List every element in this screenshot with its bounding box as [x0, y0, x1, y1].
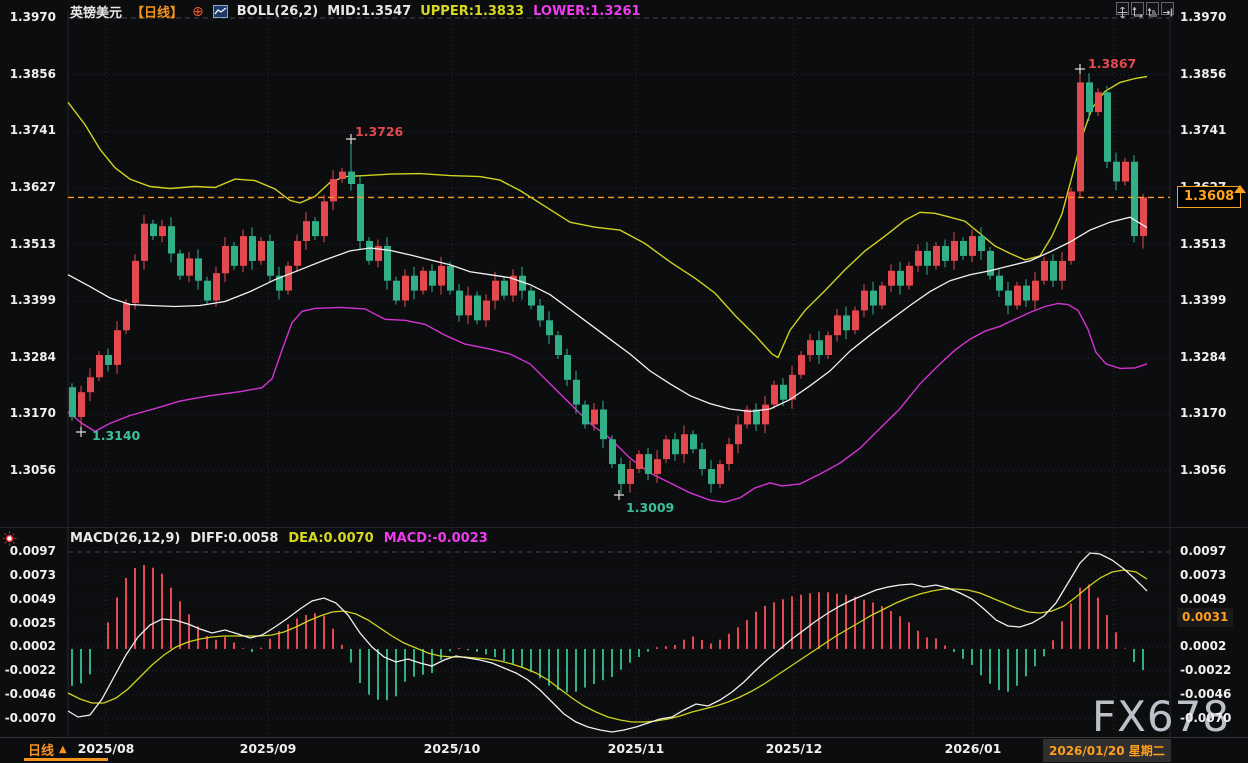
- triangle-up-icon: ▲: [59, 744, 67, 755]
- current-macd-badge: 0.0031: [1177, 608, 1233, 627]
- macd-dea-value: DEA:0.0070: [288, 531, 373, 546]
- boll-mid-value: MID:1.3547: [327, 4, 411, 19]
- boll-lower-value: LOWER:1.3261: [533, 4, 640, 19]
- price-arrow-icon[interactable]: [1234, 185, 1246, 193]
- period-tag[interactable]: 【日线】: [131, 2, 183, 21]
- low-price-annotation: 1.3140: [92, 428, 140, 443]
- y-axis-zoom-left-icon[interactable]: [1131, 2, 1144, 15]
- date-tick-label: 2025/08: [78, 741, 135, 756]
- low-price-annotation: 1.3009: [626, 500, 674, 515]
- trading-chart-window: 英镑美元 【日线】 ⊕ BOLL(26,2) MID:1.3547 UPPER:…: [0, 0, 1248, 763]
- crosshair-tool-icon[interactable]: [1116, 2, 1129, 15]
- date-tick-label: 2025/12: [766, 741, 823, 756]
- macd-header: MACD(26,12,9) DIFF:0.0058 DEA:0.0070 MAC…: [70, 531, 488, 546]
- high-price-annotation: 1.3726: [355, 124, 403, 139]
- current-price-badge: 1.3608: [1177, 186, 1241, 208]
- date-tick-label: 2025/11: [608, 741, 665, 756]
- period-tab-underline: [24, 758, 108, 761]
- symbol-name: 英镑美元: [70, 2, 122, 21]
- chart-toolbar: [1116, 2, 1174, 15]
- boll-upper-value: UPPER:1.3833: [420, 4, 524, 19]
- date-axis[interactable]: 2025/08 2025/09 2025/10 2025/11 2025/12 2026/…: [0, 0, 1248, 763]
- period-tab-label: 日线: [28, 740, 54, 759]
- macd-hist-value: MACD:-0.0023: [384, 531, 488, 546]
- boll-label[interactable]: BOLL(26,2): [237, 4, 319, 19]
- date-tick-label: 2025/09: [240, 741, 297, 756]
- period-tab-daily[interactable]: 日线 ▲: [28, 740, 67, 759]
- macd-label[interactable]: MACD(26,12,9): [70, 531, 180, 546]
- pan-to-latest-icon[interactable]: [1161, 2, 1174, 15]
- indicator-chart-icon[interactable]: [213, 5, 228, 18]
- macd-diff-value: DIFF:0.0058: [190, 531, 278, 546]
- date-tick-label: 2026/01: [945, 741, 1002, 756]
- high-price-annotation: 1.3867: [1088, 56, 1136, 71]
- chart-header: 英镑美元 【日线】 ⊕ BOLL(26,2) MID:1.3547 UPPER:…: [70, 2, 641, 21]
- add-indicator-icon[interactable]: ⊕: [192, 4, 204, 20]
- live-dot-icon: [2, 531, 17, 546]
- y-axis-zoom-right-icon[interactable]: [1146, 2, 1159, 15]
- date-tick-label: 2025/10: [424, 741, 481, 756]
- selected-date-badge: 2026/01/20 星期二: [1043, 739, 1171, 762]
